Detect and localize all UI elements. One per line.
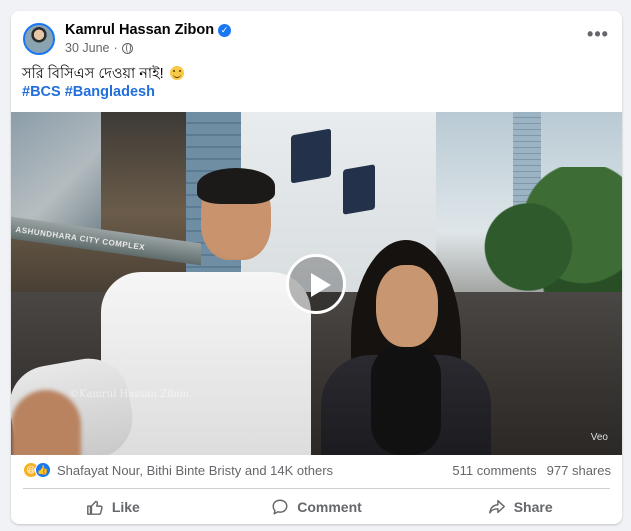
more-options-button[interactable]: ••• — [584, 25, 612, 47]
woman-face — [376, 265, 438, 347]
veo-label: Veo — [590, 432, 608, 443]
share-label: Share — [513, 499, 553, 515]
globe-icon — [121, 42, 133, 54]
comment-label: Comment — [297, 499, 362, 515]
post-card: Kamrul Hassan Zibon ✓ 30 June · ••• সরি … — [11, 11, 622, 524]
post-date[interactable]: 30 June — [65, 41, 109, 55]
hashtag-link[interactable]: #Bangladesh — [65, 84, 155, 100]
man-figure — [11, 168, 311, 455]
action-bar: Like Comment Share — [11, 491, 622, 523]
post-text-content: সরি বিসিএস দেওয়া নাই! — [22, 66, 164, 82]
post-stats: 😆 👍 Shafayat Nour, Bithi Binte Bristy an… — [11, 457, 622, 485]
mall-glass — [11, 112, 101, 232]
divider — [23, 488, 610, 489]
like-button[interactable]: Like — [11, 491, 215, 523]
share-arrow-icon — [488, 499, 505, 514]
meta-separator: · — [113, 41, 118, 55]
smile-emoji-icon — [169, 66, 184, 80]
play-icon[interactable] — [286, 254, 346, 314]
post-meta: 30 June · — [65, 41, 133, 55]
man-hair — [197, 168, 275, 204]
hashtag-link[interactable]: #BCS — [22, 84, 61, 100]
video-watermark: ©Kamrul Hassan Zibon — [69, 389, 190, 400]
comment-button[interactable]: Comment — [215, 491, 419, 523]
reactors-summary[interactable]: Shafayat Nour, Bithi Binte Bristy and 14… — [57, 463, 333, 478]
man-shirt — [101, 272, 311, 455]
shares-count[interactable]: 977 shares — [547, 463, 611, 478]
comment-icon — [272, 499, 288, 515]
woman-scarf — [371, 345, 441, 455]
reaction-icons[interactable]: 😆 👍 — [23, 462, 55, 480]
video-player[interactable]: ASHUNDHARA CITY COMPLEX ©Kamrul Hassan Z… — [11, 112, 622, 455]
engagement-counts: 511 comments 977 shares — [452, 463, 611, 478]
building-sign-panel — [343, 164, 375, 215]
author-row: Kamrul Hassan Zibon ✓ — [65, 22, 232, 38]
verified-badge-icon: ✓ — [218, 23, 232, 37]
post-header: Kamrul Hassan Zibon ✓ 30 June · ••• — [11, 11, 622, 67]
share-button[interactable]: Share — [418, 491, 622, 523]
comments-count[interactable]: 511 comments — [452, 463, 536, 478]
post-text: সরি বিসিএস দেওয়া নাই! — [22, 65, 184, 83]
like-reaction-icon: 👍 — [35, 462, 51, 478]
like-label: Like — [111, 499, 140, 515]
hashtags: #BCS #Bangladesh — [22, 84, 159, 100]
avatar[interactable] — [23, 23, 55, 55]
author-name[interactable]: Kamrul Hassan Zibon — [65, 22, 214, 38]
thumbs-up-icon — [86, 500, 103, 515]
